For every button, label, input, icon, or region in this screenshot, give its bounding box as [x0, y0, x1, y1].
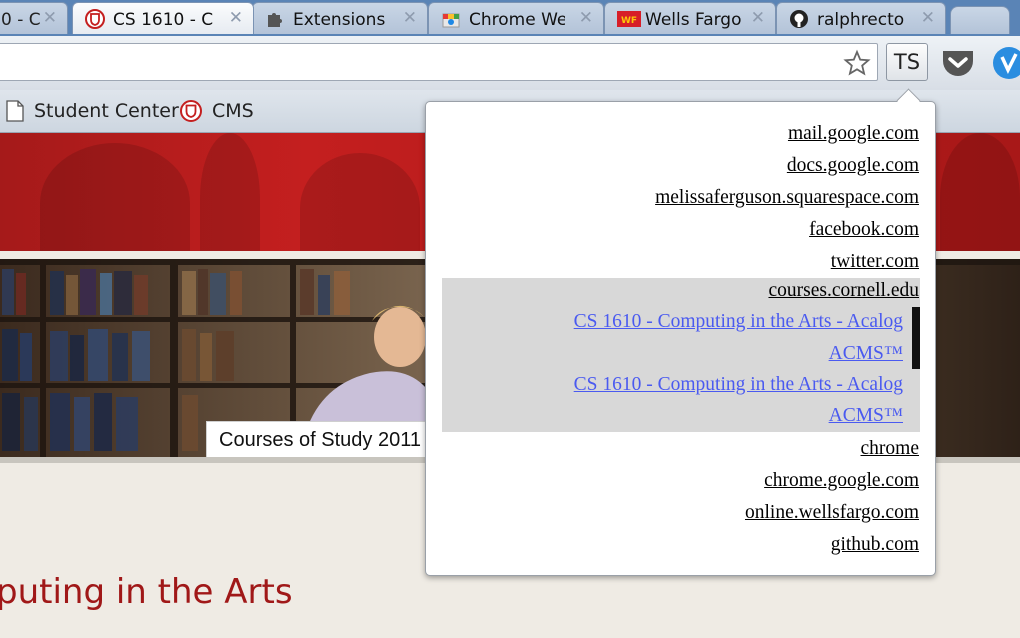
- tab-title: ralphrecto: [817, 10, 905, 30]
- tab-title: 0 - C: [1, 10, 41, 30]
- domain-link-expanded[interactable]: courses.cornell.edu: [768, 280, 919, 302]
- wells-fargo-icon-text: WF: [621, 16, 637, 26]
- tab-sessions-popup: mail.google.com docs.google.com melissaf…: [425, 88, 936, 576]
- page-link[interactable]: CS 1610 - Computing in the Arts - Acalog: [574, 374, 903, 396]
- tab-5[interactable]: ralphrecto ✕: [776, 2, 946, 34]
- bookmark-student-center[interactable]: Student Center: [4, 98, 179, 124]
- tab-title: CS 1610 - C: [113, 10, 213, 30]
- new-tab-button[interactable]: [950, 6, 1010, 34]
- address-bar[interactable]: [0, 43, 878, 81]
- wells-fargo-icon: WF: [617, 11, 641, 27]
- bookmark-cms[interactable]: CMS: [180, 98, 260, 124]
- domain-link[interactable]: chrome: [861, 438, 919, 460]
- domain-link[interactable]: mail.google.com: [788, 123, 919, 145]
- domain-link[interactable]: facebook.com: [809, 219, 919, 241]
- tab-title: Chrome We: [469, 10, 565, 30]
- ts-extension-button[interactable]: TS: [886, 43, 928, 81]
- cornell-shield-icon: [180, 100, 202, 122]
- caption-text: Courses of Study 2011: [219, 429, 421, 451]
- tab-2[interactable]: Extensions ✕: [252, 2, 428, 34]
- domain-link[interactable]: github.com: [831, 534, 919, 556]
- tab-title: Extensions: [293, 10, 386, 30]
- domain-link[interactable]: twitter.com: [831, 251, 919, 273]
- tab-title: Wells Fargo: [645, 10, 741, 30]
- page-icon: [6, 100, 24, 122]
- tab-1[interactable]: CS 1610 - C ✕: [72, 2, 254, 34]
- toolbar: TS: [0, 36, 1020, 91]
- close-icon[interactable]: ✕: [751, 8, 765, 28]
- close-icon[interactable]: ✕: [43, 8, 57, 28]
- tab-4[interactable]: WF Wells Fargo ✕: [604, 2, 776, 34]
- puzzle-icon: [268, 13, 282, 27]
- cornell-shield-icon: [85, 9, 105, 29]
- scroll-indicator: [912, 307, 920, 369]
- pocket-icon[interactable]: [940, 47, 976, 79]
- page-title: puting in the Arts: [0, 572, 293, 612]
- domain-link[interactable]: online.wellsfargo.com: [745, 502, 919, 524]
- bookmark-label: Student Center: [34, 100, 179, 122]
- domain-link[interactable]: docs.google.com: [787, 155, 919, 177]
- domain-link[interactable]: chrome.google.com: [764, 470, 919, 492]
- tab-strip: 0 - C ✕ CS 1610 - C ✕ Extensions ✕ Chrom…: [0, 0, 1020, 36]
- tab-3[interactable]: Chrome We ✕: [428, 2, 604, 34]
- bookmark-label: CMS: [212, 100, 254, 122]
- page-link-continued[interactable]: ACMS™: [829, 343, 903, 365]
- domain-link[interactable]: melissaferguson.squarespace.com: [655, 187, 919, 209]
- page-link-continued[interactable]: ACMS™: [829, 405, 903, 427]
- github-icon: [790, 10, 808, 28]
- close-icon[interactable]: ✕: [229, 8, 243, 28]
- close-icon[interactable]: ✕: [921, 8, 935, 28]
- close-icon[interactable]: ✕: [403, 8, 417, 28]
- close-icon[interactable]: ✕: [579, 8, 593, 28]
- extension-icon[interactable]: [992, 46, 1020, 80]
- page-link[interactable]: CS 1610 - Computing in the Arts - Acalog: [574, 311, 903, 333]
- chrome-web-store-icon: [442, 13, 460, 28]
- star-icon[interactable]: [843, 49, 871, 77]
- tab-0[interactable]: 0 - C ✕: [0, 2, 68, 34]
